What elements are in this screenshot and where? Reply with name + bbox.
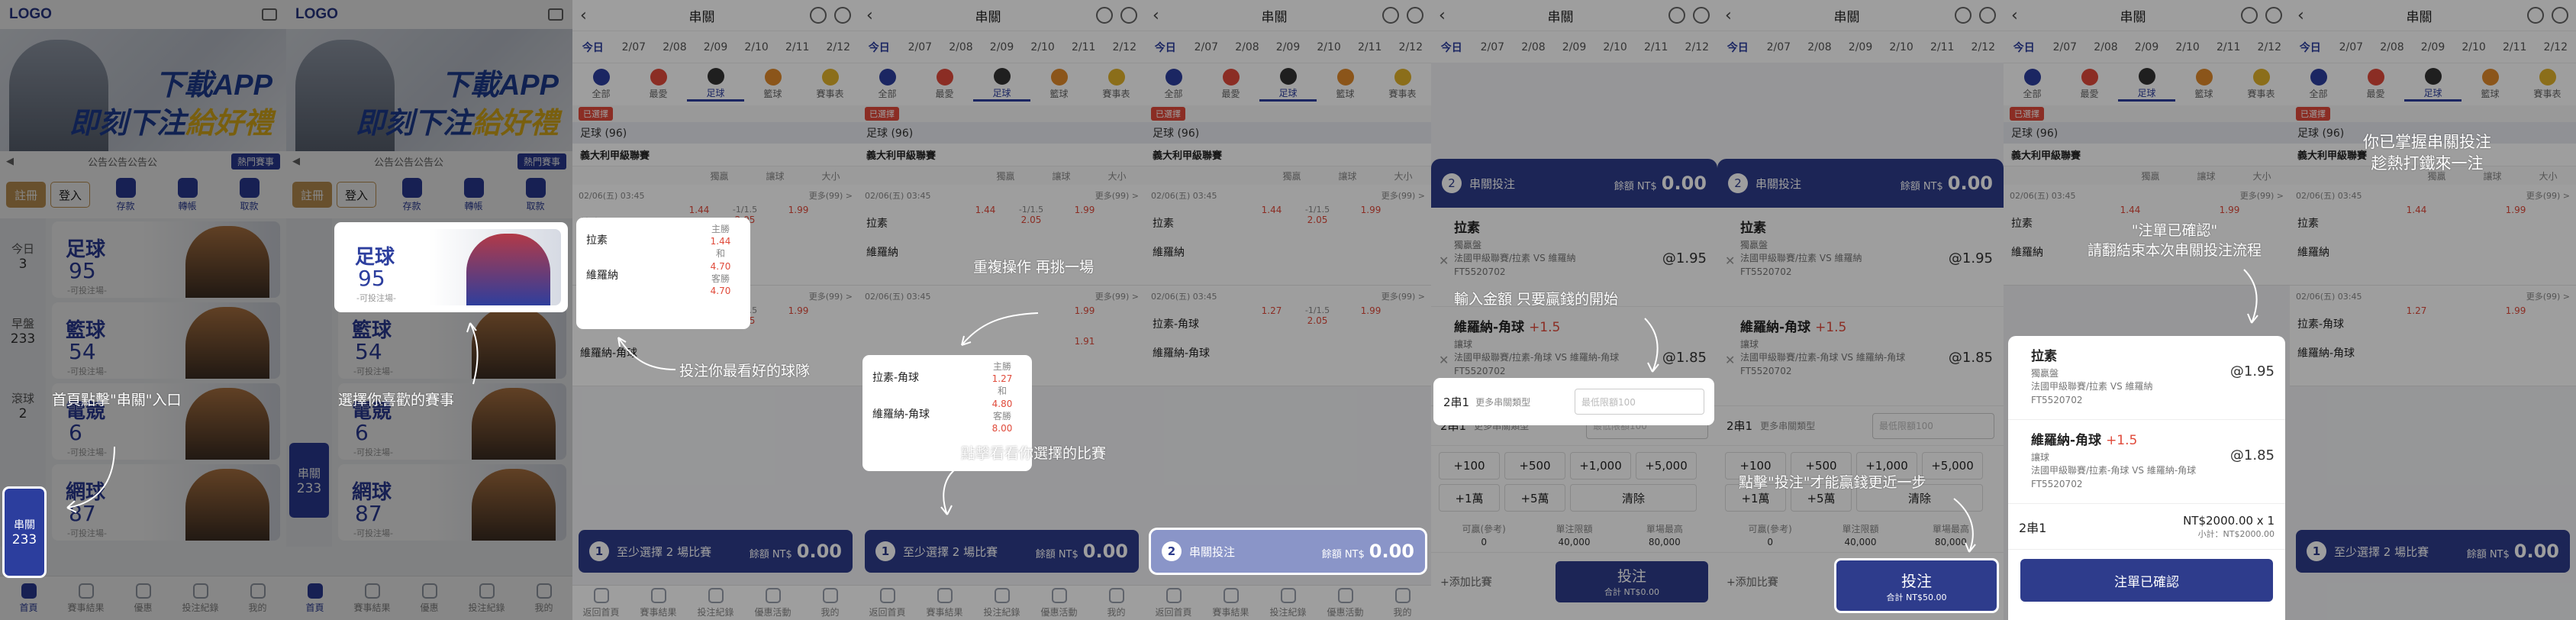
bet-slip-1: ‹ 串關 今日 2/07 2/08 2/09 2/10 2/11 2/12 2 串關投注 餘額 N… (1431, 0, 1717, 620)
tip-9: 你已掌握串關投注 趁熱打鐵來一注 (2363, 133, 2491, 173)
tip-arrow-1 (66, 446, 115, 513)
confirmation-sheet: 拉素 獨贏盤 法國甲級聯賽/拉素 VS 維羅納 FT5520702 @1.95 維羅納-… (2008, 336, 2285, 620)
tip-6: 輸入金額 只要贏錢的開始 (1454, 291, 1619, 308)
confirmed-button[interactable]: 注單已確認 (2020, 559, 2273, 602)
parlay-list-1: ‹ 串關 今日 2/07 2/08 2/09 2/10 2/11 2/12 全部 最愛 足球 籃球賽… (572, 0, 859, 620)
tip-arrow-2 (466, 322, 479, 385)
tip-2: 選擇你喜歡的賽事 (338, 392, 455, 408)
home-screen-1: LOGO 下載APP 即刻下注給好禮 ◀ 公告公告公告公 熱門賽事 註冊 登入 存款 轉帳取… (0, 0, 286, 620)
tutorial-strip: LOGO 下載APP 即刻下注給好禮 ◀ 公告公告公告公 熱門賽事 註冊 登入 存款 轉帳取… (0, 0, 2576, 620)
tip-arrow-3 (617, 337, 676, 370)
tip-arrow-4 (961, 312, 1039, 346)
tip-4: 重複操作 再挑一場 (973, 259, 1095, 276)
home-screen-2: LOGO 下載APP 即刻下注給好禮 ◀ 公告公告公告公 熱門賽事 註冊 登入 存款 轉帳取… (286, 0, 572, 620)
tip-7: 點擊"投注"才能贏錢更近一步 (1739, 474, 1926, 491)
tip-5: 點擊看看你選擇的比賽 (961, 445, 1107, 462)
parlay-list-3: ‹ 串關 今日 2/07 2/08 2/09 2/10 2/11 2/12 全部 最愛 足球 籃球賽… (1145, 0, 1431, 620)
tip-3: 投注你最看好的球隊 (679, 363, 811, 379)
bet-confirmed: ‹ 串關 今日 2/07 2/08 2/09 2/10 2/11 2/12 全部 最愛 足球 籃球賽… (2004, 0, 2290, 620)
place-bet-button[interactable]: 投注 合計 NT$50.00 (1836, 560, 1997, 611)
tip-8: "注單已確認" 請翻結束本次串關投注流程 (2088, 222, 2262, 259)
tip-arrow-6 (1644, 318, 1659, 373)
tip-arrow-5 (940, 463, 967, 515)
parlay-entry-highlight[interactable]: 串關 233 (5, 489, 44, 576)
parlay-bet-bar-highlight[interactable]: 2 串關投注 餘額 NT$ 0.00 (1151, 530, 1425, 573)
match-card-highlight-1[interactable]: 拉素 維羅納 主勝 1.44 和 4.70 客勝 4.70 (579, 220, 748, 327)
tip-arrow-7 (1953, 498, 1976, 553)
football-card-highlight[interactable]: 足球 95 -可投注場- (337, 224, 566, 310)
tip-arrow-8 (2243, 269, 2258, 324)
parlay-list-2: ‹ 串關 今日 2/07 2/08 2/09 2/10 2/11 2/12 全部 最愛 足球 籃球賽… (859, 0, 1145, 620)
tutorial-end: ‹ 串關 今日 2/07 2/08 2/09 2/10 2/11 2/12 全部 最愛 足球 籃球賽… (2290, 0, 2576, 620)
amount-input-highlight[interactable]: 2串1 更多串關類型 最低限額100 (1436, 380, 1712, 423)
tip-1: 首頁點擊"串關"入口 (52, 392, 182, 408)
bet-slip-2: ‹ 串關 今日 2/07 2/08 2/09 2/10 2/11 2/12 2 串關投注 餘額 N… (1717, 0, 2004, 620)
